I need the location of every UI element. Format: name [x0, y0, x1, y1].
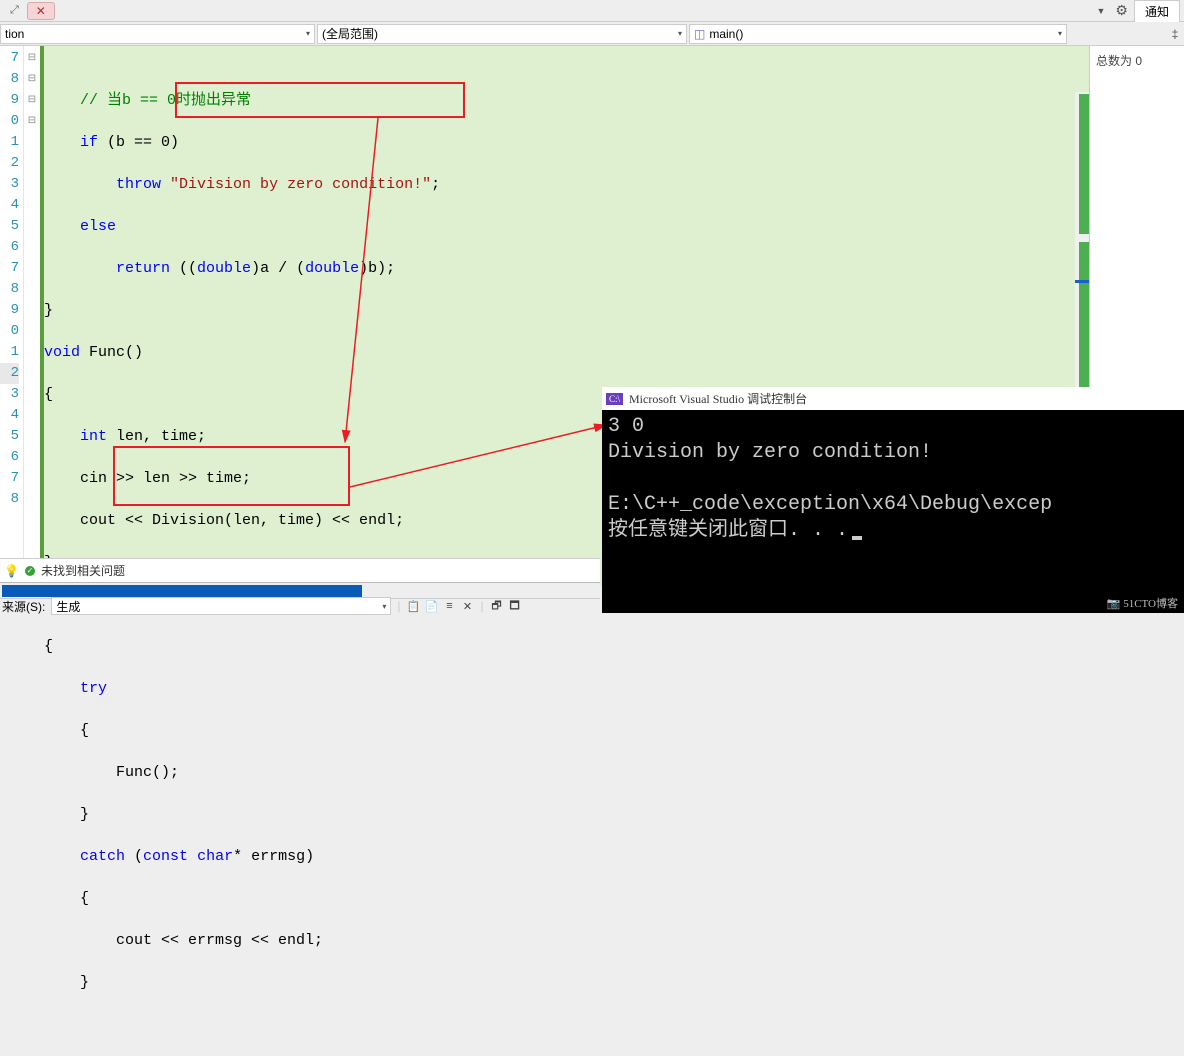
split-icon[interactable]: ‡	[1166, 27, 1184, 41]
output-source-combo[interactable]: 生成▾	[51, 597, 391, 615]
status-ok-icon: ✓	[25, 566, 35, 576]
scrollbar-thumb[interactable]	[2, 585, 362, 597]
close-tab-button[interactable]: ✕	[27, 2, 55, 20]
tool-icon[interactable]: 🗖	[506, 597, 524, 615]
nav-combos: tion▾ (全局范围)▾ ◫ main()▾ ‡	[0, 22, 1184, 46]
tool-icon[interactable]: ✕	[458, 597, 476, 615]
scope-middle-text: (全局范围)	[322, 25, 378, 42]
notifications-tab[interactable]: 通知	[1134, 0, 1180, 22]
scope-right-text: main()	[709, 27, 743, 41]
console-title-text: Microsoft Visual Studio 调试控制台	[629, 390, 807, 407]
editor-status-bar: 💡 ✓ 未找到相关问题	[0, 558, 600, 582]
output-source-label: 来源(S):	[2, 598, 45, 615]
scope-left-text: tion	[5, 27, 24, 41]
debug-console: C:\ Microsoft Visual Studio 调试控制台 3 0 Di…	[602, 387, 1184, 613]
console-line: Division by zero condition!	[608, 440, 1178, 466]
cursor	[852, 536, 862, 540]
gear-icon[interactable]: ⚙	[1109, 2, 1134, 19]
console-line: 3 0	[608, 414, 1178, 440]
scope-combo-right[interactable]: ◫ main()▾	[689, 24, 1067, 44]
title-bar: ⤢ ✕ ▼ ⚙ 通知	[0, 0, 1184, 22]
status-text: 未找到相关问题	[41, 562, 125, 579]
notif-count: 总数为 0	[1096, 52, 1178, 69]
tool-icon[interactable]: 🗗	[488, 597, 506, 615]
console-line: E:\C++_code\exception\x64\Debug\excep	[608, 492, 1178, 518]
lightbulb-icon[interactable]: 💡	[4, 564, 19, 578]
pin-icon[interactable]: ⤢	[10, 4, 19, 17]
console-title-bar[interactable]: C:\ Microsoft Visual Studio 调试控制台	[602, 387, 1184, 410]
dropdown-icon[interactable]: ▼	[1093, 6, 1110, 16]
console-line: 按任意键关闭此窗口. . .	[608, 518, 848, 544]
line-numbers: 789 012 345 678 901 234 567 8	[0, 46, 24, 586]
console-output[interactable]: 3 0 Division by zero condition! E:\C++_c…	[602, 410, 1184, 548]
scope-combo-left[interactable]: tion▾	[0, 24, 315, 44]
tool-icon[interactable]: 📄	[422, 597, 440, 615]
console-icon: C:\	[606, 393, 623, 405]
output-toolbar: 来源(S): 生成▾ | 📋 📄 ≡ ✕ | 🗗 🗖	[0, 598, 600, 613]
cube-icon: ◫	[694, 27, 705, 41]
scope-combo-middle[interactable]: (全局范围)▾	[317, 24, 687, 44]
watermark: 📷 51CTO博客	[1107, 595, 1178, 611]
tool-icon[interactable]: ≡	[440, 597, 458, 615]
tool-icon[interactable]: 📋	[404, 597, 422, 615]
fold-column[interactable]: ⊟ ⊟⊟ ⊟	[24, 46, 40, 586]
